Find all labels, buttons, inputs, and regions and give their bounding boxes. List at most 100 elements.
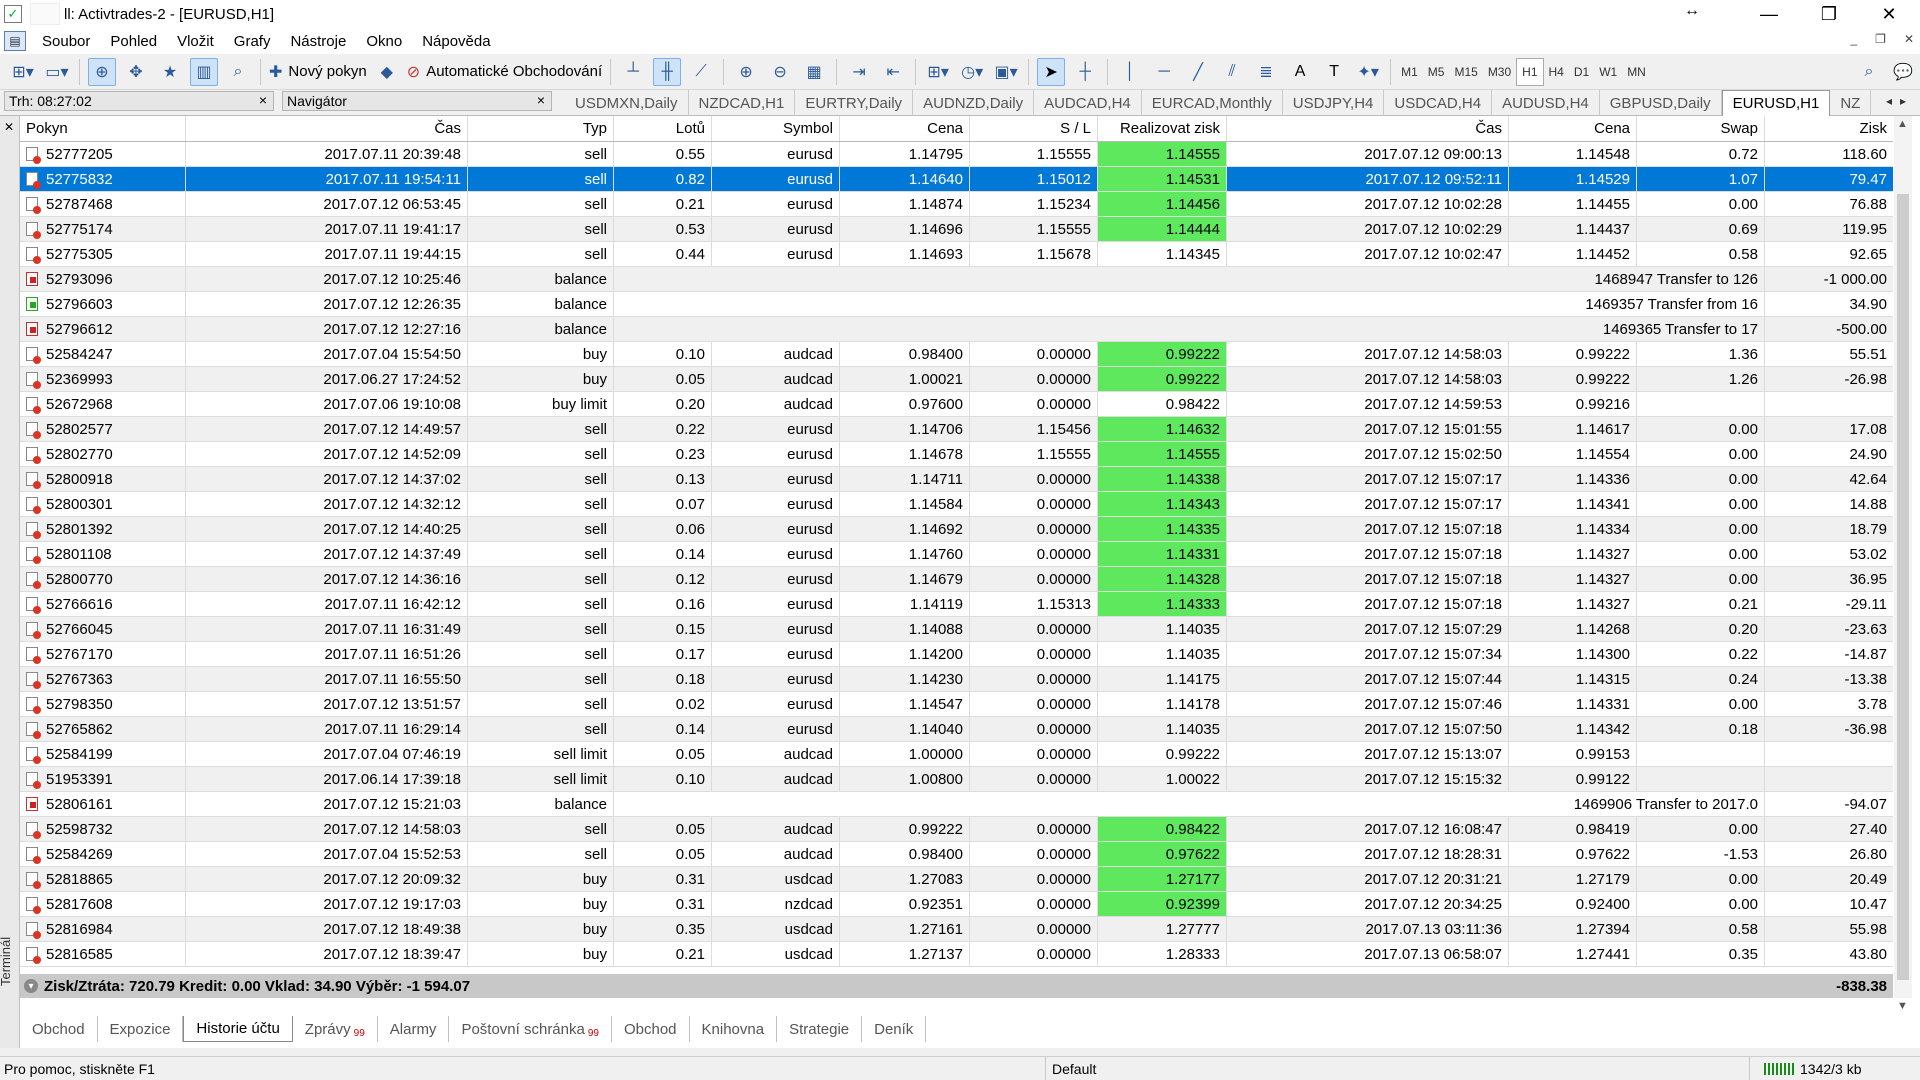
chart-tab[interactable]: NZ	[1830, 90, 1872, 116]
table-row[interactable]: 52796603 2017.07.12 12:26:35 balance 146935…	[20, 292, 1893, 317]
table-row[interactable]: 52767170 2017.07.11 16:51:26 sell 0.17 eurus…	[20, 642, 1893, 667]
cursor-icon[interactable]: ➤	[1037, 57, 1066, 86]
table-row[interactable]: 52672968 2017.07.06 19:10:08 buy limit 0.20…	[20, 392, 1893, 417]
chart-tab[interactable]: USDJPY,H4	[1283, 90, 1385, 116]
chart-tab[interactable]: USDCAD,H4	[1384, 90, 1493, 116]
close-navigator-button[interactable]: ×	[537, 92, 545, 108]
menu-grafy[interactable]: Grafy	[224, 33, 281, 50]
terminal-tab[interactable]: Poštovní schránka 99	[449, 1016, 612, 1042]
chart-tab[interactable]: GBPUSD,Daily	[1600, 90, 1722, 116]
col-header-lots[interactable]: Lotů	[614, 116, 712, 141]
table-row[interactable]: 52816984 2017.07.12 18:49:38 buy 0.35 usdcad…	[20, 917, 1893, 942]
table-row[interactable]: 52775832 2017.07.11 19:54:11 sell 0.82 eurus…	[20, 167, 1893, 192]
table-row[interactable]: 52765862 2017.07.11 16:29:14 sell 0.14 eurus…	[20, 717, 1893, 742]
terminal-tab[interactable]: Zprávy 99	[293, 1016, 378, 1042]
fibonacci-icon[interactable]: ≣	[1252, 58, 1280, 86]
table-row[interactable]: 52775174 2017.07.11 19:41:17 sell 0.53 eurus…	[20, 217, 1893, 242]
chart-window-icon[interactable]: ▤	[4, 31, 26, 51]
terminal-tab[interactable]: Alarmy	[378, 1016, 450, 1042]
terminal-tab[interactable]: Obchod	[612, 1016, 690, 1042]
col-header-profit[interactable]: Zisk	[1765, 116, 1893, 141]
table-row[interactable]: 52802577 2017.07.12 14:49:57 sell 0.22 eurus…	[20, 417, 1893, 442]
col-header-type[interactable]: Typ	[468, 116, 614, 141]
terminal-tab[interactable]: Obchod	[20, 1016, 98, 1042]
terminal-tab[interactable]: Historie účtu	[183, 1016, 293, 1042]
terminal-icon[interactable]: ▥	[190, 57, 218, 86]
table-row[interactable]: 52766045 2017.07.11 16:31:49 sell 0.15 eurus…	[20, 617, 1893, 642]
table-row[interactable]: 52584247 2017.07.04 15:54:50 buy 0.10 audcad…	[20, 342, 1893, 367]
vertical-scrollbar[interactable]: ▲ ▼	[1894, 116, 1912, 1012]
auto-trading-button[interactable]: ⊘ Automatické Obchodování	[407, 58, 602, 86]
terminal-tab[interactable]: Deník	[862, 1016, 927, 1042]
chat-icon[interactable]: 💬	[1889, 58, 1917, 86]
timeframe-w1[interactable]: W1	[1594, 58, 1622, 86]
chart-tab[interactable]: USDMXN,Daily	[565, 90, 689, 116]
timeframe-h4[interactable]: H4	[1544, 58, 1569, 86]
table-row[interactable]: 52584199 2017.07.04 07:46:19 sell limit 0.0…	[20, 742, 1893, 767]
chart-tab[interactable]: AUDNZD,Daily	[913, 90, 1035, 116]
table-row[interactable]: 52800770 2017.07.12 14:36:16 sell 0.12 eurus…	[20, 567, 1893, 592]
close-terminal-button[interactable]: ✕	[4, 120, 14, 134]
col-header-close-time[interactable]: Čas	[1227, 116, 1509, 141]
col-header-order[interactable]: Pokyn	[20, 116, 186, 141]
maximize-button[interactable]: ❐	[1802, 0, 1856, 28]
table-row[interactable]: 52800918 2017.07.12 14:37:02 sell 0.13 eurus…	[20, 467, 1893, 492]
table-row[interactable]: 52817608 2017.07.12 19:17:03 buy 0.31 nzdcad…	[20, 892, 1893, 917]
search-icon[interactable]: ⌕	[1855, 58, 1883, 86]
table-row[interactable]: 52806161 2017.07.12 15:21:03 balance 146990…	[20, 792, 1893, 817]
menu-okno[interactable]: Okno	[356, 33, 412, 50]
zoom-in-icon[interactable]: ⊕	[732, 58, 760, 86]
strategy-tester-icon[interactable]: ⌕	[224, 58, 252, 86]
new-chart-icon[interactable]: ⊞▾	[9, 58, 37, 86]
scrollbar-thumb[interactable]	[1897, 194, 1909, 980]
col-header-swap[interactable]: Swap	[1637, 116, 1765, 141]
table-row[interactable]: 51953391 2017.06.14 17:39:18 sell limit 0.1…	[20, 767, 1893, 792]
bar-chart-icon[interactable]: ┴	[619, 58, 647, 86]
chart-shift-icon[interactable]: ⇤	[879, 58, 907, 86]
col-header-stop-loss[interactable]: S / L	[970, 116, 1098, 141]
table-row[interactable]: 52796612 2017.07.12 12:27:16 balance 146936…	[20, 317, 1893, 342]
col-header-close-price[interactable]: Cena	[1509, 116, 1637, 141]
mdi-close-button[interactable]: ✕	[1904, 32, 1914, 46]
table-row[interactable]: 52801392 2017.07.12 14:40:25 sell 0.06 eurus…	[20, 517, 1893, 542]
table-row[interactable]: 52775305 2017.07.11 19:44:15 sell 0.44 eurus…	[20, 242, 1893, 267]
indicators-icon[interactable]: ⊞▾	[924, 58, 952, 86]
table-row[interactable]: 52801108 2017.07.12 14:37:49 sell 0.14 eurus…	[20, 542, 1893, 567]
trendline-icon[interactable]: ╱	[1184, 58, 1212, 86]
chart-tab[interactable]: AUDUSD,H4	[1492, 90, 1600, 116]
connection-status[interactable]: 1342/3 kb	[1750, 1061, 1862, 1077]
table-row[interactable]: 52798350 2017.07.12 13:51:57 sell 0.02 eurus…	[20, 692, 1893, 717]
zoom-out-icon[interactable]: ⊖	[766, 58, 794, 86]
close-button[interactable]: ✕	[1862, 0, 1916, 28]
table-row[interactable]: 52598732 2017.07.12 14:58:03 sell 0.05 audca…	[20, 817, 1893, 842]
equidistant-channel-icon[interactable]: ⫽	[1218, 58, 1246, 86]
col-header-open-price[interactable]: Cena	[840, 116, 970, 141]
col-header-take-profit[interactable]: Realizovat zisk	[1098, 116, 1227, 141]
table-row[interactable]: 52787468 2017.07.12 06:53:45 sell 0.21 eurus…	[20, 192, 1893, 217]
table-row[interactable]: 52584269 2017.07.04 15:52:53 sell 0.05 audca…	[20, 842, 1893, 867]
minimize-button[interactable]: —	[1742, 0, 1796, 28]
table-row[interactable]: 52766616 2017.07.11 16:42:12 sell 0.16 eurus…	[20, 592, 1893, 617]
chart-tab[interactable]: EURUSD,H1	[1721, 90, 1831, 116]
periods-icon[interactable]: ◷▾	[958, 58, 986, 86]
table-row[interactable]: 52767363 2017.07.11 16:55:50 sell 0.18 eurus…	[20, 667, 1893, 692]
navigator-icon[interactable]: ★	[156, 58, 184, 86]
timeframe-m5[interactable]: M5	[1423, 58, 1450, 86]
timeframe-h1[interactable]: H1	[1516, 57, 1544, 86]
timeframe-mn[interactable]: MN	[1622, 58, 1651, 86]
menu-soubor[interactable]: Soubor	[32, 33, 100, 50]
chart-tab[interactable]: EURCAD,Monthly	[1142, 90, 1283, 116]
menu-nastroje[interactable]: Nástroje	[280, 33, 356, 50]
scroll-down-arrow-icon[interactable]: ▼	[1897, 1000, 1908, 1012]
table-row[interactable]: 52777205 2017.07.11 20:39:48 sell 0.55 eurus…	[20, 142, 1893, 167]
line-chart-icon[interactable]: ⟋	[687, 58, 715, 86]
table-row[interactable]: 52369993 2017.06.27 17:24:52 buy 0.05 audcad…	[20, 367, 1893, 392]
table-row[interactable]: 52802770 2017.07.12 14:52:09 sell 0.23 eurus…	[20, 442, 1893, 467]
timeframe-d1[interactable]: D1	[1569, 58, 1594, 86]
tab-scroll-arrows[interactable]: ◂▸	[1886, 94, 1914, 108]
horizontal-line-icon[interactable]: ─	[1150, 58, 1178, 86]
close-market-watch-button[interactable]: ×	[259, 92, 267, 108]
menu-pohled[interactable]: Pohled	[100, 33, 167, 50]
data-window-icon[interactable]: ✥	[122, 58, 150, 86]
table-row[interactable]: 52800301 2017.07.12 14:32:12 sell 0.07 eurus…	[20, 492, 1893, 517]
